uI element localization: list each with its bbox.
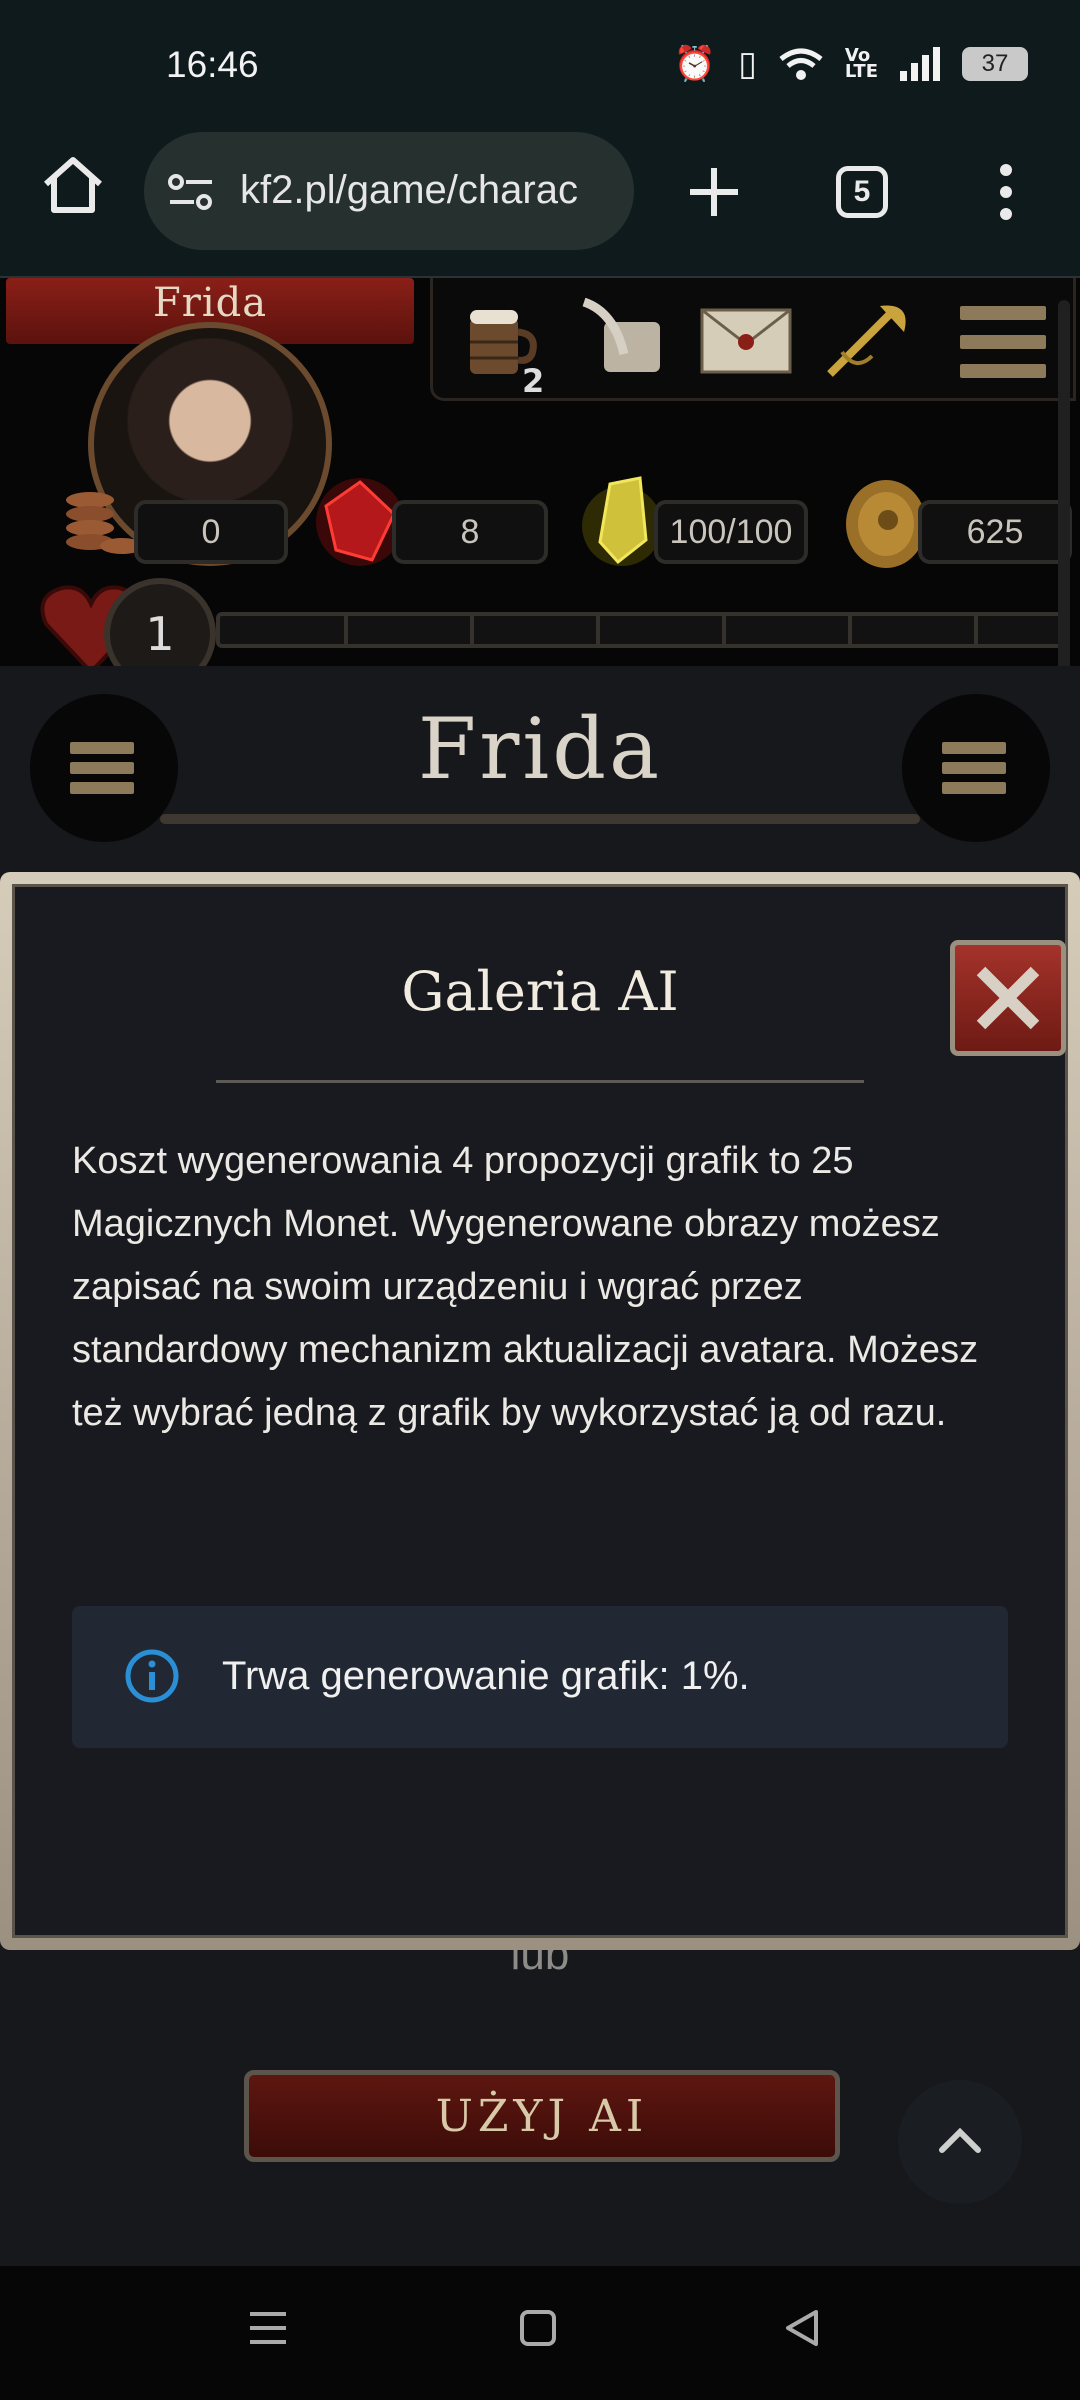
experience-bar [216,612,1064,648]
info-icon [125,1649,179,1703]
horn-icon[interactable] [820,292,916,388]
copper-value: 0 [134,500,288,564]
generation-status: Trwa generowanie grafik: 1%. [222,1654,750,1698]
battery-icon: 37 [962,47,1028,81]
back-icon[interactable] [778,2304,826,2352]
scroll-to-top-button[interactable] [898,2080,1022,2204]
gems-value: 8 [392,500,548,564]
gold-value: 625 [918,500,1072,564]
home-nav-icon[interactable] [516,2306,560,2350]
site-settings-icon[interactable] [166,170,216,214]
header-menu-icon[interactable] [960,306,1046,378]
close-icon [976,966,1040,1030]
home-icon[interactable] [38,150,108,220]
tab-switcher-button[interactable]: 5 [836,166,888,218]
energy-value: 100/100 [654,500,808,564]
clock: 16:46 [166,44,259,85]
chevron-up-icon [939,2127,981,2153]
use-ai-button[interactable]: UŻYJ AI [244,2070,840,2162]
system-navigation-bar [0,2266,1080,2400]
title-underline [160,814,920,824]
new-tab-icon[interactable] [680,158,748,226]
recent-apps-icon[interactable] [246,2306,290,2350]
scroll-quill-icon[interactable] [574,292,670,388]
more-options-icon[interactable] [994,162,1018,222]
signal-icon [900,47,940,81]
modal-description: Koszt wygenerowania 4 propozycji grafik … [72,1140,979,1434]
page-title: Frida [417,700,663,798]
close-button[interactable] [950,940,1066,1056]
status-icons: ⏰ ▯ Vo LTE 37 [674,44,1028,84]
alarm-icon: ⏰ [673,44,717,84]
volte-icon: Vo LTE [844,45,878,82]
wifi-icon [779,48,823,80]
envelope-icon[interactable] [698,292,794,388]
mug-count: 2 [522,362,545,400]
modal-title: Galeria AI [401,960,679,1023]
modal-divider [216,1080,864,1083]
vibrate-icon: ▯ [738,44,757,84]
character-name-label: Frida [152,280,268,326]
url-text[interactable]: kf2.pl/game/charac [240,168,578,213]
